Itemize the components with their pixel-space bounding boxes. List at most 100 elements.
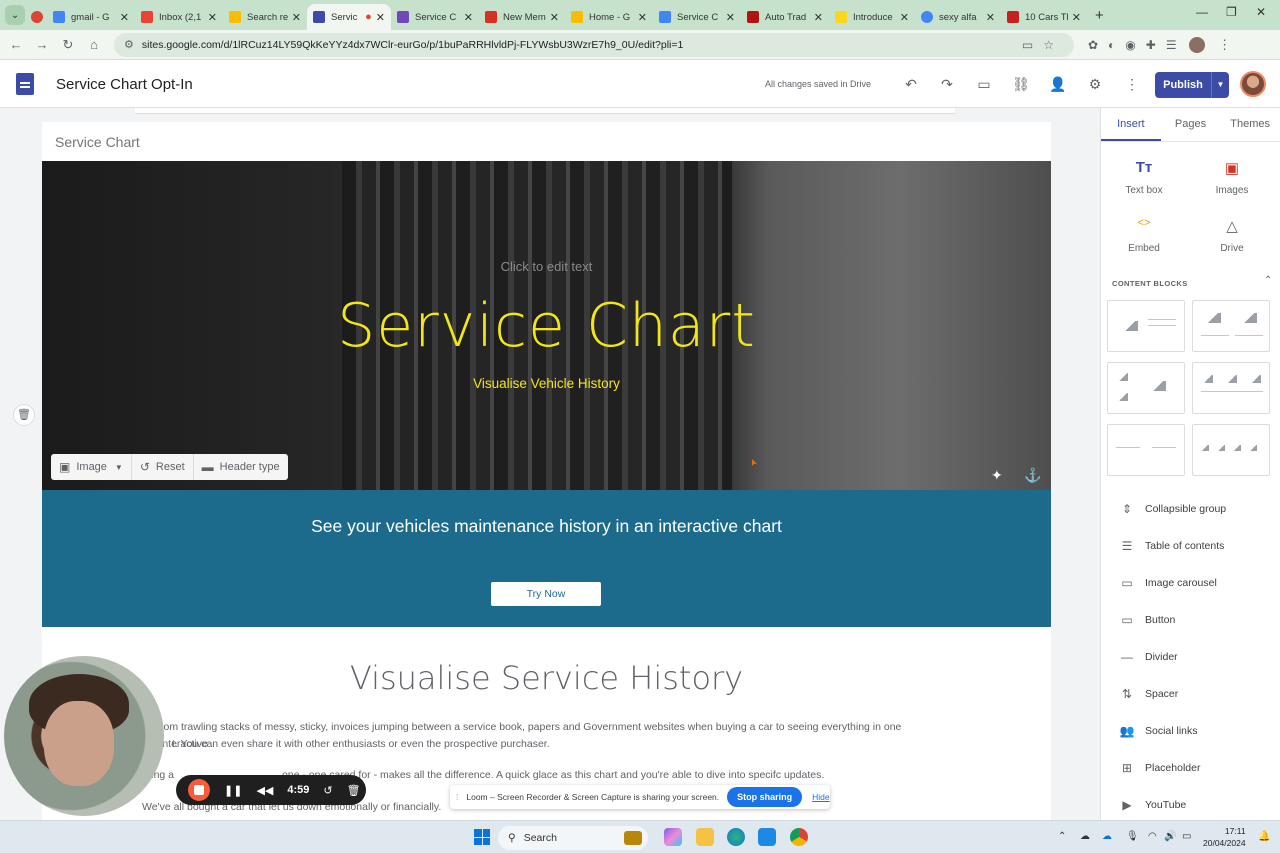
reset-button[interactable]: ↺ Reset [130, 454, 193, 480]
button-item[interactable]: ▭ Button [1117, 613, 1175, 627]
edge-icon[interactable] [727, 828, 745, 846]
delete-section-icon[interactable]: 🗑 [13, 404, 35, 426]
browser-tab-home[interactable]: Home - G ✕ [565, 4, 653, 30]
document-title[interactable]: Service Chart Opt-In [56, 76, 193, 93]
preview-icon[interactable]: ▭ [974, 74, 994, 94]
try-now-button[interactable]: Try Now [491, 582, 601, 606]
chrome-menu-icon[interactable]: ⋮ [1213, 37, 1237, 53]
restart-icon[interactable]: ↺ [323, 784, 332, 797]
undo-icon[interactable]: ↶ [901, 74, 921, 94]
placeholder-item[interactable]: ⊞ Placeholder [1117, 761, 1200, 775]
insert-text-box[interactable]: Tт Text box [1101, 159, 1187, 196]
tray-expand-icon[interactable]: ⌃ [1058, 831, 1066, 842]
close-window-icon[interactable]: ✕ [1256, 5, 1266, 19]
close-tab-icon[interactable]: ✕ [814, 11, 823, 24]
publish-dropdown-icon[interactable]: ▼ [1211, 72, 1229, 98]
content-block-two-images[interactable] [1192, 300, 1270, 352]
insert-drive[interactable]: △ Drive [1189, 217, 1275, 254]
forward-icon[interactable]: → [30, 37, 54, 52]
restore-icon[interactable]: ❐ [1226, 5, 1237, 19]
close-tab-icon[interactable]: ✕ [208, 11, 217, 24]
back-icon[interactable]: ← [4, 37, 28, 52]
close-tab-icon[interactable]: ✕ [1072, 11, 1081, 24]
new-tab-icon[interactable]: + [1095, 7, 1104, 24]
content-block-image-text[interactable] [1107, 300, 1185, 352]
close-tab-icon[interactable]: ✕ [550, 11, 559, 24]
divider-item[interactable]: — Divider [1117, 650, 1178, 664]
rewind-icon[interactable]: ◀◀ [256, 784, 273, 797]
stop-recording-button[interactable] [188, 779, 210, 801]
stop-sharing-button[interactable]: Stop sharing [727, 787, 803, 807]
bookmark-star-icon[interactable]: ▭☆ [1022, 38, 1064, 52]
home-icon[interactable]: ⌂ [82, 37, 106, 52]
file-explorer-icon[interactable] [696, 828, 714, 846]
volume-icon[interactable]: 🔊 [1164, 831, 1176, 842]
insert-embed[interactable]: <> Embed [1101, 217, 1187, 254]
cta-headline[interactable]: See your vehicles maintenance history in… [42, 516, 1051, 537]
browser-tab-introduce[interactable]: Introduce ✕ [829, 4, 915, 30]
browser-tab-search[interactable]: Search re ✕ [223, 4, 307, 30]
browser-tab-new-mem[interactable]: New Mem ✕ [479, 4, 565, 30]
browser-tab-google-search[interactable]: sexy alfa ✕ [915, 4, 1001, 30]
insert-images[interactable]: ▣ Images [1189, 159, 1275, 196]
browser-tab[interactable] [25, 4, 47, 30]
collapse-chevron-icon[interactable]: ⌃ [1264, 275, 1272, 286]
youtube-item[interactable]: ▶ YouTube [1117, 798, 1186, 812]
section-title[interactable]: Visualise Service History [42, 659, 1051, 697]
pause-icon[interactable]: ❚❚ [224, 784, 242, 797]
webcam-bubble[interactable] [4, 656, 164, 816]
drag-handle-icon[interactable]: ⁞ [456, 792, 458, 802]
site-info-icon[interactable]: ⚙ [124, 38, 134, 51]
url-omnibox[interactable]: ⚙ sites.google.com/d/1lRCuz14LY59QkKeYYz… [114, 32, 1074, 57]
copilot-icon[interactable] [664, 828, 682, 846]
more-options-icon[interactable]: ⋮ [1122, 74, 1142, 94]
cloud-icon[interactable]: ☁ [1080, 831, 1090, 842]
spacer-item[interactable]: ⇅ Spacer [1117, 687, 1178, 701]
windows-start-icon[interactable] [474, 829, 490, 845]
close-tab-icon[interactable]: ✕ [120, 11, 129, 24]
notifications-icon[interactable]: 🔔 [1258, 831, 1270, 842]
tab-search-icon[interactable]: ⌄ [5, 5, 25, 25]
browser-tab-autotrader[interactable]: Auto Trad ✕ [741, 4, 829, 30]
site-title[interactable]: Service Chart [55, 134, 140, 150]
reload-icon[interactable]: ↻ [56, 37, 80, 53]
onedrive-icon[interactable]: ☁ [1102, 831, 1112, 842]
close-tab-icon[interactable]: ✕ [726, 11, 735, 24]
redo-icon[interactable]: ↷ [937, 74, 957, 94]
content-block-image-grid[interactable] [1107, 362, 1185, 414]
hero-header[interactable]: Click to edit text Service Chart Visuali… [42, 161, 1051, 491]
microphone-icon[interactable]: 🎙 [1126, 831, 1139, 842]
browser-tab-gmail[interactable]: gmail - G ✕ [47, 4, 135, 30]
browser-tab-docs[interactable]: Service C ✕ [653, 4, 741, 30]
image-menu-button[interactable]: ▣ Image ▼ [51, 454, 131, 480]
hide-link[interactable]: Hide [812, 792, 829, 802]
tab-pages[interactable]: Pages [1161, 108, 1221, 141]
store-icon[interactable] [758, 828, 776, 846]
close-tab-icon[interactable]: ✕ [464, 11, 473, 24]
browser-tab-service[interactable]: Service C ✕ [391, 4, 479, 30]
minimize-icon[interactable]: — [1196, 5, 1208, 19]
hero-title[interactable]: Service Chart [42, 291, 1051, 361]
close-tab-icon[interactable]: ✕ [986, 11, 995, 24]
close-tab-icon[interactable]: ✕ [900, 11, 909, 24]
close-tab-icon[interactable]: ✕ [292, 11, 301, 24]
chrome-icon[interactable] [790, 828, 808, 846]
content-block-text-columns[interactable] [1107, 424, 1185, 476]
tab-insert[interactable]: Insert [1101, 108, 1161, 141]
sites-logo-icon[interactable] [16, 73, 34, 95]
link-icon[interactable]: ⛓ [1011, 74, 1031, 94]
browser-tab-active[interactable]: Servic ● ✕ [307, 4, 391, 30]
social-links-item[interactable]: 👥 Social links [1117, 724, 1198, 738]
content-block-three-images[interactable] [1192, 362, 1270, 414]
hero-subtitle[interactable]: Visualise Vehicle History [42, 376, 1051, 391]
account-avatar[interactable] [1240, 71, 1266, 97]
publish-button[interactable]: Publish ▼ [1155, 72, 1229, 98]
browser-tab-inbox[interactable]: Inbox (2,1 ✕ [135, 4, 223, 30]
delete-recording-icon[interactable]: 🗑 [347, 784, 361, 797]
close-tab-icon[interactable]: ✕ [638, 11, 647, 24]
taskbar-clock[interactable]: 17:11 20/04/2024 [1203, 825, 1246, 849]
wifi-icon[interactable]: ◠ [1148, 831, 1157, 842]
profile-avatar-icon[interactable] [1188, 36, 1205, 53]
header-type-button[interactable]: ▬ Header type [192, 454, 288, 480]
table-of-contents-item[interactable]: ☰ Table of contents [1117, 539, 1225, 553]
